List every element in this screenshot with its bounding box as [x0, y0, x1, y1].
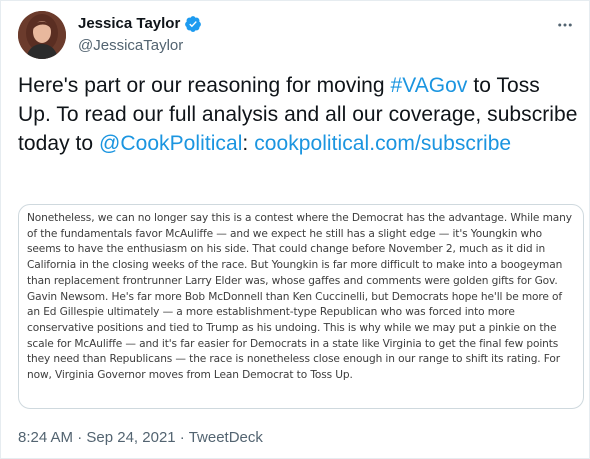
url-link[interactable]: cookpolitical.com/subscribe	[254, 132, 511, 155]
tweet-time[interactable]: 8:24 AM	[18, 429, 73, 446]
author-display-name[interactable]: Jessica Taylor	[78, 14, 180, 34]
tweet-card: Jessica Taylor @JessicaTaylor Here's par…	[0, 0, 590, 459]
tweet-date[interactable]: Sep 24, 2021	[86, 429, 175, 446]
media-excerpt-text: Nonetheless, we can no longer say this i…	[27, 212, 572, 382]
tweet-text-part1: Here's part or our reasoning for moving	[18, 74, 391, 97]
media-image[interactable]: Nonetheless, we can no longer say this i…	[18, 204, 584, 409]
avatar[interactable]	[18, 11, 66, 59]
tweet-text: Here's part or our reasoning for moving …	[18, 71, 578, 158]
tweet-source[interactable]: TweetDeck	[189, 429, 263, 446]
author-name-row: Jessica Taylor	[78, 14, 202, 34]
mention-link[interactable]: @CookPolitical	[99, 132, 242, 155]
author-handle[interactable]: @JessicaTaylor	[78, 36, 183, 56]
tweet-meta: 8:24 AM · Sep 24, 2021 · TweetDeck	[18, 428, 263, 448]
meta-separator: ·	[73, 429, 87, 446]
verified-badge-icon	[185, 16, 202, 32]
more-horizontal-icon	[558, 23, 572, 27]
person-avatar-icon	[18, 11, 66, 59]
meta-separator: ·	[175, 429, 189, 446]
more-options-button[interactable]	[553, 13, 577, 37]
hashtag-link[interactable]: #VAGov	[391, 74, 468, 97]
tweet-text-part3: :	[242, 132, 255, 155]
